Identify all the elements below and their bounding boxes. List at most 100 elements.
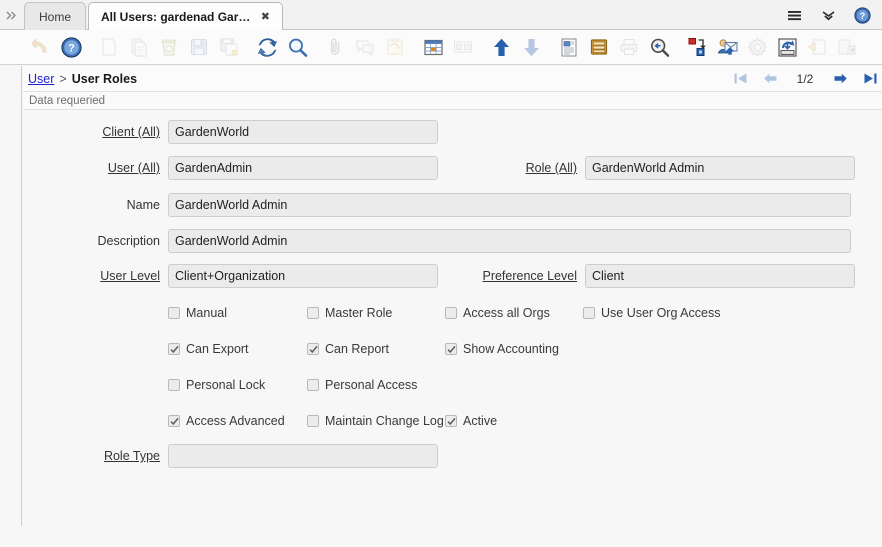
undo-button[interactable] [26, 32, 56, 62]
sidebar-collapse-toggle[interactable] [2, 5, 20, 25]
field-input-user-level[interactable]: Client+Organization [168, 264, 438, 288]
checkbox-access-all-orgs[interactable]: Access all Orgs [445, 303, 550, 323]
checkmark-icon [169, 345, 179, 353]
multi-form-button[interactable] [448, 32, 478, 62]
report-document-icon [561, 38, 577, 57]
breadcrumb-current: User Roles [71, 71, 138, 86]
checkbox-master-role[interactable]: Master Role [307, 303, 392, 323]
mail-user-icon [717, 38, 737, 55]
field-label-role[interactable]: Role (All) [436, 161, 577, 175]
field-label-description: Description [97, 234, 160, 248]
tab-home[interactable]: Home [24, 2, 86, 30]
previous-record-button[interactable] [762, 71, 778, 87]
checkbox-box [445, 307, 457, 319]
checkbox-active[interactable]: Active [445, 411, 497, 431]
field-row-description: Description GardenWorld Admin [23, 229, 851, 253]
undo-arrow-icon [31, 37, 47, 53]
field-input-user[interactable]: GardenAdmin [168, 156, 438, 180]
window-controls: ? [784, 0, 878, 30]
record-page-indicator: 1/2 [796, 71, 814, 86]
tab-close-icon[interactable]: ✖ [261, 11, 270, 23]
field-input-client[interactable]: GardenWorld [168, 120, 438, 144]
checkbox-label: Can Export [186, 342, 249, 356]
checkbox-box [168, 343, 180, 355]
field-input-description[interactable]: GardenWorld Admin [168, 229, 851, 253]
application-window: Home All Users: gardenad Garden... ✖ [0, 0, 882, 547]
checkbox-label: Show Accounting [463, 342, 559, 356]
save-record-button[interactable] [184, 32, 214, 62]
field-label-user[interactable]: User (All) [23, 161, 160, 175]
archive-drawer-icon [590, 39, 608, 55]
next-record-button[interactable] [832, 71, 848, 87]
save-create-button[interactable] [214, 32, 244, 62]
field-label-client[interactable]: Client (All) [23, 125, 160, 139]
tab-all-users[interactable]: All Users: gardenad Garden... ✖ [88, 2, 283, 31]
left-sidebar-rail [0, 66, 22, 526]
preference-button[interactable] [742, 32, 772, 62]
field-label-preference-level[interactable]: Preference Level [436, 269, 577, 283]
field-label-user-level[interactable]: User Level [23, 269, 160, 283]
checkbox-box [168, 415, 180, 427]
find-button[interactable] [282, 32, 312, 62]
first-record-button[interactable] [732, 71, 748, 87]
checkbox-access-advanced[interactable]: Access Advanced [168, 411, 285, 431]
help-button[interactable]: ? [56, 32, 86, 62]
field-row-role-type: Role Type [23, 444, 438, 468]
request-button[interactable] [712, 32, 742, 62]
detail-record-button[interactable] [516, 32, 546, 62]
checkbox-use-user-org-access[interactable]: Use User Org Access [583, 303, 720, 323]
checkbox-label: Master Role [325, 306, 393, 320]
checkmark-icon [169, 417, 179, 425]
export-button[interactable] [772, 32, 802, 62]
checkbox-manual[interactable]: Manual [168, 303, 227, 323]
checkbox-can-export[interactable]: Can Export [168, 339, 249, 359]
active-workflow-button[interactable] [682, 32, 712, 62]
first-record-icon [734, 73, 746, 84]
trash-icon [161, 39, 177, 56]
checkbox-label: Maintain Change Log [325, 414, 444, 428]
field-row-name: Name GardenWorld Admin [23, 193, 851, 217]
grid-toggle-button[interactable] [418, 32, 448, 62]
field-input-name[interactable]: GardenWorld Admin [168, 193, 851, 217]
new-document-icon [102, 38, 116, 56]
exit-button[interactable] [832, 32, 862, 62]
zoom-across-button[interactable] [644, 32, 674, 62]
floppy-save-icon [191, 39, 207, 55]
breadcrumb-separator: > [59, 71, 67, 86]
checkbox-box [445, 415, 457, 427]
attachment-button[interactable] [320, 32, 350, 62]
last-record-button[interactable] [862, 71, 878, 87]
field-input-preference-level[interactable]: Client [585, 264, 855, 288]
help-icon: ? [60, 36, 82, 58]
chevron-double-down-icon[interactable] [818, 5, 838, 25]
breadcrumb-link-user[interactable]: User [28, 72, 54, 86]
field-input-role[interactable]: GardenWorld Admin [585, 156, 855, 180]
parent-record-button[interactable] [486, 32, 516, 62]
checkbox-box [445, 343, 457, 355]
refresh-button[interactable] [252, 32, 282, 62]
post-it-button[interactable] [380, 32, 410, 62]
checkbox-label: Personal Lock [186, 378, 266, 392]
help-icon[interactable]: ? [852, 5, 872, 25]
history-button[interactable] [802, 32, 832, 62]
print-button[interactable] [614, 32, 644, 62]
svg-text:?: ? [859, 11, 865, 21]
chat-button[interactable] [350, 32, 380, 62]
checkbox-label: Manual [186, 306, 227, 320]
report-button[interactable] [554, 32, 584, 62]
archive-button[interactable] [584, 32, 614, 62]
field-row-user-level: User Level Client+Organization [23, 264, 438, 288]
checkbox-personal-access[interactable]: Personal Access [307, 375, 417, 395]
new-record-button[interactable] [94, 32, 124, 62]
checkbox-can-report[interactable]: Can Report [307, 339, 389, 359]
field-label-role-type[interactable]: Role Type [23, 449, 160, 463]
field-input-role-type[interactable] [168, 444, 438, 468]
checkbox-maintain-change-log[interactable]: Maintain Change Log [307, 411, 444, 431]
paperclip-icon [330, 38, 340, 55]
checkbox-personal-lock[interactable]: Personal Lock [168, 375, 265, 395]
copy-record-button[interactable] [124, 32, 154, 62]
checkbox-show-accounting[interactable]: Show Accounting [445, 339, 559, 359]
delete-record-button[interactable] [154, 32, 184, 62]
menu-hamburger-icon[interactable] [784, 5, 804, 25]
checkbox-label: Personal Access [325, 378, 418, 392]
